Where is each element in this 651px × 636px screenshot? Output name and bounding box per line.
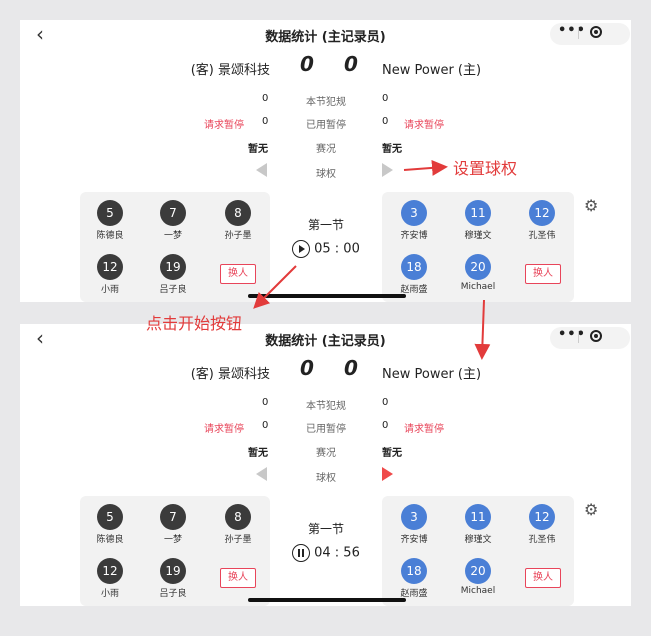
more-icon[interactable]: ••• <box>558 327 586 342</box>
play-icon[interactable] <box>292 240 311 258</box>
annotation-set-possession: 设置球权 <box>453 159 518 178</box>
nav-title: 数据统计 (主记录员) <box>265 30 386 45</box>
more-icon[interactable]: ••• <box>558 23 586 38</box>
away-score: 0 <box>300 52 314 76</box>
pause-icon[interactable] <box>292 544 311 562</box>
capsule-divider <box>578 27 579 39</box>
home-fouls: 0 <box>382 93 389 104</box>
game-timer: 05 : 00 <box>286 240 366 258</box>
home-status: 暂无 <box>382 144 402 155</box>
fouls-label: 本节犯规 <box>306 401 346 412</box>
away-player[interactable]: 5 陈德良 <box>85 504 135 545</box>
period-label: 第一节 <box>307 218 344 232</box>
away-court: 5 陈德良 7 一梦 8 孙子墨 12 小雨 19 吕子良 换人 <box>80 496 270 606</box>
away-request-timeout-button[interactable]: 请求暂停 <box>204 420 244 435</box>
away-player[interactable]: 7 一梦 <box>148 200 198 241</box>
timeouts-label: 已用暂停 <box>306 120 346 131</box>
home-indicator <box>248 294 406 298</box>
timer-value: 04 : 56 <box>314 545 360 561</box>
away-player[interactable]: 5 陈德良 <box>85 200 135 241</box>
away-fouls: 0 <box>262 397 269 408</box>
home-player[interactable]: 18 赵雨盛 <box>389 558 439 599</box>
screen-after: ‹ 数据统计 (主记录员) ••• (客) 景颂科技 0 0 New Power… <box>20 324 631 606</box>
away-player[interactable]: 19 吕子良 <box>148 254 198 295</box>
away-player[interactable]: 8 孙子墨 <box>213 504 263 545</box>
timeouts-label: 已用暂停 <box>306 424 346 435</box>
possession-label: 球权 <box>316 473 336 484</box>
game-timer: 04 : 56 <box>286 544 366 562</box>
away-team-name: (客) 景颂科技 <box>190 63 270 78</box>
timer-value: 05 : 00 <box>314 241 360 257</box>
away-player[interactable]: 7 一梦 <box>148 504 198 545</box>
away-request-timeout-button[interactable]: 请求暂停 <box>204 116 244 131</box>
gear-icon[interactable]: ⚙ <box>584 196 598 215</box>
away-status: 暂无 <box>248 144 268 155</box>
away-player[interactable]: 8 孙子墨 <box>213 200 263 241</box>
capsule-divider <box>578 331 579 343</box>
home-player[interactable]: 3 齐安博 <box>389 504 439 545</box>
possession-away-arrow-icon[interactable] <box>256 467 267 481</box>
home-timeouts: 0 <box>382 420 389 431</box>
home-team-name: New Power (主) <box>382 367 482 382</box>
home-court: 3 齐安博 11 穆瑾文 12 孔圣伟 18 赵雨盛 20 Michael 换人 <box>382 496 574 606</box>
home-score: 0 <box>344 356 358 380</box>
gear-icon[interactable]: ⚙ <box>584 500 598 519</box>
home-team-name: New Power (主) <box>382 63 482 78</box>
away-fouls: 0 <box>262 93 269 104</box>
home-player[interactable]: 20 Michael <box>453 254 503 292</box>
home-player[interactable]: 12 孔圣伟 <box>517 200 567 241</box>
fouls-label: 本节犯规 <box>306 97 346 108</box>
away-score: 0 <box>300 356 314 380</box>
home-player[interactable]: 18 赵雨盛 <box>389 254 439 295</box>
home-request-timeout-button[interactable]: 请求暂停 <box>404 116 444 131</box>
annotation-click-start: 点击开始按钮 <box>146 314 243 333</box>
home-timeouts: 0 <box>382 116 389 127</box>
possession-away-arrow-icon[interactable] <box>256 163 267 177</box>
home-status: 暂无 <box>382 448 402 459</box>
away-player[interactable]: 19 吕子良 <box>148 558 198 599</box>
close-target-icon[interactable] <box>590 330 602 342</box>
nav-title: 数据统计 (主记录员) <box>265 334 386 349</box>
home-indicator <box>248 598 406 602</box>
home-score: 0 <box>344 52 358 76</box>
away-team-name: (客) 景颂科技 <box>190 367 270 382</box>
away-player[interactable]: 12 小雨 <box>85 254 135 295</box>
home-player[interactable]: 11 穆瑾文 <box>453 200 503 241</box>
home-player[interactable]: 3 齐安博 <box>389 200 439 241</box>
home-player[interactable]: 20 Michael <box>453 558 503 596</box>
possession-home-arrow-icon[interactable] <box>382 163 393 177</box>
away-substitute-button[interactable]: 换人 <box>220 568 256 588</box>
home-substitute-button[interactable]: 换人 <box>525 264 561 284</box>
away-court: 5 陈德良 7 一梦 8 孙子墨 12 小雨 19 吕子良 换人 <box>80 192 270 302</box>
home-court: 3 齐安博 11 穆瑾文 12 孔圣伟 18 赵雨盛 20 Michael 换人 <box>382 192 574 302</box>
possession-label: 球权 <box>316 169 336 180</box>
home-substitute-button[interactable]: 换人 <box>525 568 561 588</box>
away-player[interactable]: 12 小雨 <box>85 558 135 599</box>
away-timeouts: 0 <box>262 116 269 127</box>
screen-before: ‹ 数据统计 (主记录员) ••• (客) 景颂科技 0 0 New Power… <box>20 20 631 302</box>
home-request-timeout-button[interactable]: 请求暂停 <box>404 420 444 435</box>
away-substitute-button[interactable]: 换人 <box>220 264 256 284</box>
close-target-icon[interactable] <box>590 26 602 38</box>
home-fouls: 0 <box>382 397 389 408</box>
period-label: 第一节 <box>307 522 344 536</box>
home-player[interactable]: 12 孔圣伟 <box>517 504 567 545</box>
home-player[interactable]: 11 穆瑾文 <box>453 504 503 545</box>
away-timeouts: 0 <box>262 420 269 431</box>
status-label: 赛况 <box>316 144 336 155</box>
away-status: 暂无 <box>248 448 268 459</box>
status-label: 赛况 <box>316 448 336 459</box>
possession-home-arrow-icon[interactable] <box>382 467 393 481</box>
